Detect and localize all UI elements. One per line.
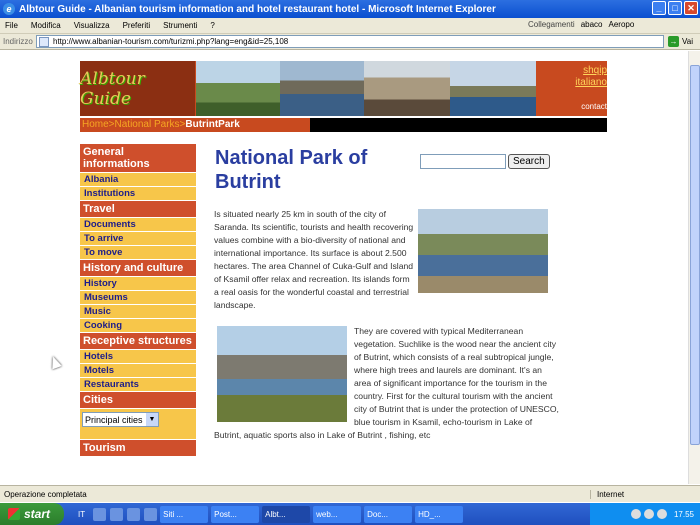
nav-category-history: History and culture [80, 259, 196, 276]
contact-link[interactable]: contact [537, 101, 607, 113]
ie-icon: e [3, 3, 15, 15]
minimize-button[interactable]: _ [652, 1, 666, 15]
nav-category-travel: Travel [80, 200, 196, 217]
cities-select-wrap: Principal cities ▼ [80, 408, 196, 439]
nav-item-albania[interactable]: Albania [80, 172, 196, 186]
security-zone: Internet [590, 489, 700, 499]
nav-item-to-move[interactable]: To move [80, 245, 196, 259]
nav-item-institutions[interactable]: Institutions [80, 186, 196, 200]
links-bar: Collegamenti abaco Aeropo [528, 20, 634, 29]
system-tray: 17.55 [590, 503, 700, 525]
language-indicator[interactable]: IT [78, 510, 85, 519]
lang-shqip-link[interactable]: shqip [537, 65, 607, 77]
nav-category-receptive: Receptive structures [80, 332, 196, 349]
taskbar-item-siti[interactable]: Siti ... [160, 505, 209, 523]
banner-photo-lake [280, 61, 364, 116]
nav-item-documents[interactable]: Documents [80, 217, 196, 231]
breadcrumb-current: ButrintPark [185, 119, 240, 130]
maximize-button[interactable]: □ [668, 1, 682, 15]
taskbar-item-web[interactable]: web... [313, 505, 362, 523]
go-label: Vai [682, 37, 693, 46]
address-input[interactable]: http://www.albanian-tourism.com/turizmi.… [36, 35, 664, 48]
tray-icon-3[interactable] [656, 509, 667, 519]
link-aeropo[interactable]: Aeropo [609, 20, 635, 29]
menu-help[interactable]: ? [210, 21, 214, 30]
lang-italiano-link[interactable]: italiano [537, 77, 607, 89]
mouse-cursor [48, 354, 62, 370]
cities-select[interactable]: Principal cities ▼ [82, 412, 159, 427]
window-controls: _ □ ✕ [652, 1, 698, 15]
nav-item-music[interactable]: Music [80, 304, 196, 318]
address-bar: Indirizzo http://www.albanian-tourism.co… [0, 34, 700, 50]
quicklaunch-icon-3[interactable] [127, 507, 141, 521]
language-links: shqip italiano contact [537, 65, 607, 113]
taskbar-item-hd[interactable]: HD_... [415, 505, 464, 523]
breadcrumb: Home>National Parks>ButrintPark [80, 118, 607, 132]
breadcrumb-links[interactable]: Home>National Parks> [82, 119, 185, 130]
go-button[interactable]: → Vai [668, 36, 693, 47]
status-bar: Operazione completata Internet [0, 485, 700, 502]
taskbar: start IT Siti ... Post... Albt... web...… [0, 503, 700, 525]
window-title: Albtour Guide - Albanian tourism informa… [19, 3, 496, 15]
nav-item-history[interactable]: History [80, 276, 196, 290]
close-button[interactable]: ✕ [684, 1, 698, 15]
sidebar-nav: General informations Albania Institution… [80, 143, 196, 456]
site-logo[interactable]: Albtour Guide [80, 61, 195, 116]
cities-select-value: Principal cities [85, 414, 143, 425]
nav-category-general: General informations [80, 143, 196, 172]
butrint-lake-photo [418, 209, 548, 293]
start-button[interactable]: start [0, 503, 64, 525]
nav-item-to-arrive[interactable]: To arrive [80, 231, 196, 245]
search-form: Search [420, 154, 550, 169]
taskbar-item-doc[interactable]: Doc... [364, 505, 413, 523]
link-abaco[interactable]: abaco [581, 20, 603, 29]
nav-item-cooking[interactable]: Cooking [80, 318, 196, 332]
site-banner: Albtour Guide shqip italiano contact [80, 61, 607, 116]
nav-category-cities: Cities [80, 391, 196, 408]
quick-launch [93, 507, 158, 521]
links-label: Collegamenti [528, 20, 575, 29]
clock: 17.55 [673, 509, 694, 519]
page-viewport: Albtour Guide shqip italiano contact Hom… [0, 51, 688, 484]
site-page: Albtour Guide shqip italiano contact Hom… [80, 61, 607, 456]
menu-tools[interactable]: Strumenti [163, 21, 197, 30]
address-url: http://www.albanian-tourism.com/turizmi.… [53, 37, 289, 46]
search-button[interactable]: Search [508, 154, 550, 169]
nav-item-hotels[interactable]: Hotels [80, 349, 196, 363]
quicklaunch-icon-4[interactable] [144, 507, 158, 521]
chevron-down-icon: ▼ [146, 413, 158, 426]
quicklaunch-icon-1[interactable] [93, 507, 107, 521]
taskbar-item-albt[interactable]: Albt... [262, 505, 311, 523]
windows-logo-icon [8, 508, 20, 520]
nav-item-motels[interactable]: Motels [80, 363, 196, 377]
intro-paragraph: Is situated nearly 25 km in south of the… [214, 209, 414, 310]
menu-view[interactable]: Visualizza [74, 21, 110, 30]
address-label: Indirizzo [3, 37, 33, 46]
title-bar: e Albtour Guide - Albanian tourism infor… [0, 0, 700, 18]
banner-photo-mountains [196, 61, 280, 116]
search-input[interactable] [420, 154, 506, 169]
quicklaunch-icon-2[interactable] [110, 507, 124, 521]
banner-photo-coast [450, 61, 536, 116]
banner-photo-town [364, 61, 450, 116]
vertical-scrollbar[interactable] [688, 51, 700, 484]
scrollbar-thumb[interactable] [690, 65, 700, 445]
page-title: National Park of Butrint [215, 147, 368, 193]
menu-favorites[interactable]: Preferiti [123, 21, 151, 30]
status-text: Operazione completata [4, 489, 87, 499]
tray-icon-2[interactable] [643, 509, 654, 519]
taskbar-item-post[interactable]: Post... [211, 505, 260, 523]
menu-edit[interactable]: Modifica [31, 21, 61, 30]
nav-item-museums[interactable]: Museums [80, 290, 196, 304]
butrint-channel-photo [217, 326, 347, 422]
menu-file[interactable]: File [5, 21, 18, 30]
go-arrow-icon: → [668, 36, 679, 47]
nav-category-tourism: Tourism [80, 439, 196, 456]
tray-icon-1[interactable] [630, 509, 641, 519]
start-label: start [24, 507, 51, 521]
nav-item-restaurants[interactable]: Restaurants [80, 377, 196, 391]
page-icon [39, 36, 49, 47]
